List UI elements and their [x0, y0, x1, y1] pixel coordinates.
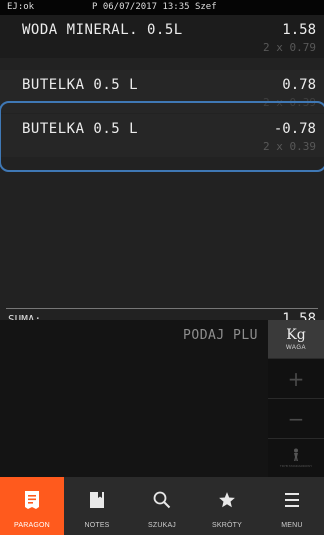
notes-icon [86, 489, 108, 511]
datetime-operator: P 06/07/2017 13:35 Szef [92, 2, 217, 12]
nav-label: SKRÓTY [212, 522, 242, 529]
kg-label: Kg [286, 326, 306, 343]
nav-label: MENU [281, 522, 303, 529]
selection-highlight [0, 101, 324, 172]
kg-sublabel: WAGA [285, 344, 307, 351]
item-quantity: 2 x 0.79 [263, 41, 316, 54]
item-name: BUTELKA 0.5 L [22, 77, 139, 93]
nav-skroty[interactable]: SKRÓTY [195, 477, 259, 535]
plu-prompt: PODAJ PLU [183, 328, 258, 343]
item-total: 1.58 [282, 22, 316, 38]
receipt-item[interactable]: WODA MINERAL. 0.5L 1.58 2 x 0.79 [0, 15, 324, 58]
ej-status: EJ:ok [7, 2, 35, 12]
plus-icon: + [287, 366, 305, 391]
nav-label: NOTES [84, 522, 110, 529]
item-total: 0.78 [282, 77, 316, 93]
nav-szukaj[interactable]: SZUKAJ [130, 477, 194, 535]
mode-button[interactable]: TRYB STANDARDOWY [268, 439, 324, 477]
nav-label: PARAGON [14, 522, 50, 529]
plus-button[interactable]: + [268, 359, 324, 399]
sum-divider [6, 308, 318, 309]
nav-label: SZUKAJ [147, 522, 177, 529]
nav-notes[interactable]: NOTES [65, 477, 129, 535]
plu-input-area[interactable]: PODAJ PLU [0, 320, 268, 477]
search-icon [151, 489, 173, 511]
minus-icon: − [287, 406, 305, 431]
bottom-nav: PARAGON NOTES SZUKAJ SKRÓTY MENU [0, 477, 324, 535]
nav-paragon[interactable]: PARAGON [0, 477, 64, 535]
minus-button[interactable]: − [268, 399, 324, 439]
nav-menu[interactable]: MENU [260, 477, 324, 535]
menu-icon [281, 489, 303, 511]
item-name: WODA MINERAL. 0.5L [22, 22, 183, 38]
mode-sublabel: TRYB STANDARDOWY [279, 464, 313, 468]
weight-button[interactable]: Kg WAGA [268, 320, 324, 359]
star-icon [216, 489, 238, 511]
side-keypad: Kg WAGA + − TRYB STANDARDOWY [268, 320, 324, 477]
receipt-icon [21, 489, 43, 511]
person-icon [294, 448, 298, 461]
status-bar: EJ:ok P 06/07/2017 13:35 Szef [0, 0, 324, 15]
